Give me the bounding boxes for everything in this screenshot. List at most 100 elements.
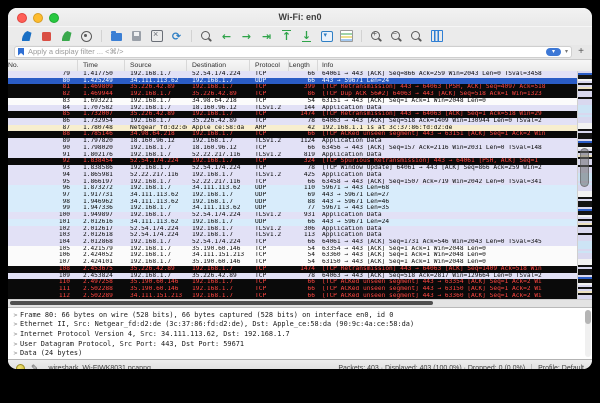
packet-row[interactable]: 951.866197192.168.1.752.22.217.116TCP666…: [8, 179, 577, 186]
horizontal-scrollbar[interactable]: [8, 299, 592, 308]
horizontal-scrollbar-thumb[interactable]: [10, 301, 433, 305]
packet-row[interactable]: 1012.01261634.111.113.62192.168.1.7UDP66…: [8, 219, 577, 226]
cell-time: 2.421579: [78, 246, 125, 253]
packet-row[interactable]: 961.873272192.168.1.734.111.113.62UDP110…: [8, 185, 577, 192]
go-to-packet-button[interactable]: ⇥: [260, 30, 273, 43]
resize-columns-button[interactable]: [430, 30, 443, 43]
last-packet-button[interactable]: ↓: [300, 30, 313, 43]
open-file-button[interactable]: [110, 30, 123, 43]
packet-row[interactable]: 871.780748Netgear_fd:d2:deApple_ce:58:da…: [8, 125, 577, 132]
packet-row[interactable]: 1001.949897192.168.1.752.54.174.224TLSv1…: [8, 212, 577, 219]
detail-tree-line[interactable]: >Data (24 bytes): [11, 348, 592, 358]
auto-scroll-button[interactable]: [320, 30, 333, 43]
column-header-no[interactable]: No.: [8, 60, 78, 71]
packet-row[interactable]: 921.83845452.54.174.224192.168.1.7TCP324…: [8, 158, 577, 165]
packet-row[interactable]: 971.91773134.111.113.62192.168.1.7UDP694…: [8, 192, 577, 199]
packet-list-body[interactable]: 791.417750192.168.1.752.54.174.224TCP666…: [8, 71, 577, 299]
save-file-button[interactable]: [130, 30, 143, 43]
close-window-button[interactable]: [17, 13, 27, 23]
filter-apply-arrow-button[interactable]: ▾: [546, 48, 561, 56]
filter-dropdown-chevron-icon[interactable]: ▾: [565, 48, 568, 55]
cell-protocol: TLSv1.2: [250, 105, 289, 112]
packet-row[interactable]: 1062.424052192.168.1.734.111.151.213TCP5…: [8, 252, 577, 259]
column-header-time[interactable]: Time: [78, 60, 125, 71]
packet-row[interactable]: 1082.45367535.226.42.89192.168.1.7TCP147…: [8, 266, 577, 273]
packet-row[interactable]: 1112.50228835.190.60.146192.168.1.7TCP66…: [8, 286, 577, 293]
zoom-out-button[interactable]: [390, 30, 403, 43]
expand-chevron-icon[interactable]: >: [11, 330, 20, 338]
expand-chevron-icon[interactable]: >: [11, 340, 20, 348]
cell-info: 64061 → 443 [ACK] Seq=1731 Ack=546 Win=2…: [318, 239, 577, 246]
detail-tree-line[interactable]: >Internet Protocol Version 4, Src: 34.11…: [11, 329, 592, 339]
packet-row[interactable]: 891.79782018.160.96.12192.168.1.7TLSv1.2…: [8, 138, 577, 145]
packet-row[interactable]: 991.947336192.168.1.734.111.113.62UDP775…: [8, 205, 577, 212]
filter-bookmark-icon[interactable]: [18, 48, 24, 56]
previous-packet-button[interactable]: ←: [220, 30, 233, 43]
zoom-window-button[interactable]: [49, 13, 59, 23]
packet-row[interactable]: 1052.421579192.168.1.735.190.60.146TCP54…: [8, 246, 577, 253]
packet-row[interactable]: 1072.424101192.168.1.735.190.60.146TCP54…: [8, 259, 577, 266]
packet-row[interactable]: 1032.01261852.54.174.224192.168.1.7TLSv1…: [8, 232, 577, 239]
packet-row[interactable]: 821.469944192.168.1.735.226.42.89TCP86[T…: [8, 91, 577, 98]
colorize-button[interactable]: [340, 30, 353, 43]
next-packet-button[interactable]: →: [240, 30, 253, 43]
profile-label[interactable]: Profile: Default: [538, 365, 584, 369]
capture-options-button[interactable]: [80, 30, 93, 43]
cell-source: 192.168.1.7: [125, 212, 187, 219]
zoom-100-button[interactable]: [410, 30, 423, 43]
packet-row[interactable]: 911.802176192.168.1.752.22.217.116TLSv1.…: [8, 152, 577, 159]
restart-capture-button[interactable]: [60, 30, 73, 43]
scrollbar-thumb[interactable]: [580, 148, 589, 187]
stop-capture-button[interactable]: [40, 30, 53, 43]
expand-chevron-icon[interactable]: >: [11, 320, 20, 328]
cell-info: [TCP ACKed unseen segment] 443 → 63151 […: [318, 131, 577, 138]
packet-row[interactable]: 1022.01261752.54.174.224192.168.1.7TLSv1…: [8, 226, 577, 233]
packet-row[interactable]: 811.46980935.226.42.89192.168.1.7TCP399[…: [8, 84, 577, 91]
details-scrollbar[interactable]: [585, 310, 591, 357]
packet-row[interactable]: 861.732954192.168.1.735.226.42.89TCP7864…: [8, 118, 577, 125]
packet-row[interactable]: 1042.012868192.168.1.752.54.174.224TCP66…: [8, 239, 577, 246]
reload-button[interactable]: ⟳: [170, 30, 183, 43]
packet-row[interactable]: 901.798020192.168.1.718.160.96.12TCP6663…: [8, 145, 577, 152]
expand-chevron-icon[interactable]: >: [11, 349, 20, 357]
minimize-window-button[interactable]: [33, 13, 43, 23]
packet-row[interactable]: 851.73200735.226.42.89192.168.1.7TCP1474…: [8, 111, 577, 118]
packet-minimap[interactable]: [577, 71, 592, 299]
packet-row[interactable]: 881.78514634.98.64.218192.168.1.7TCP66[T…: [8, 131, 577, 138]
packet-row[interactable]: 801.42524934.111.113.62192.168.1.7UDP664…: [8, 78, 577, 85]
desktop-background: Wi-Fi: en0 ⟳ ← → ⇥ ↑ ↓ Apply a display filter…: [0, 0, 600, 403]
capture-comment-icon[interactable]: ✎: [31, 364, 39, 369]
cell-no: 98: [8, 199, 78, 206]
column-header-info[interactable]: Info: [318, 60, 592, 71]
column-header-destination[interactable]: Destination: [187, 60, 250, 71]
expand-chevron-icon[interactable]: >: [11, 311, 20, 319]
detail-tree-line[interactable]: >User Datagram Protocol, Src Port: 443, …: [11, 339, 592, 349]
display-filter-input[interactable]: Apply a display filter ... <⌘/> ▾ ▾: [14, 46, 572, 58]
first-packet-button[interactable]: ↑: [280, 30, 293, 43]
titlebar[interactable]: Wi-Fi: en0: [8, 8, 592, 26]
packet-row[interactable]: 941.86598152.22.217.116192.168.1.7TLSv1.…: [8, 172, 577, 179]
cell-destination: 18.160.96.12: [187, 105, 250, 112]
packet-row[interactable]: 981.94696234.111.113.62192.168.1.7UDP884…: [8, 199, 577, 206]
add-filter-button[interactable]: +: [576, 46, 586, 57]
start-capture-button[interactable]: [20, 30, 33, 43]
details-scrollbar-thumb[interactable]: [585, 310, 591, 324]
detail-tree-line[interactable]: >Frame 80: 66 bytes on wire (528 bits), …: [11, 310, 592, 320]
packet-row[interactable]: 1102.49725835.190.60.146192.168.1.7TCP66…: [8, 279, 577, 286]
packet-row[interactable]: 841.707582192.168.1.718.160.96.12TLSv1.2…: [8, 105, 577, 112]
expert-info-button[interactable]: [16, 364, 25, 369]
cell-info: [TCP Spurious Retransmission] 443 → 6406…: [318, 158, 577, 165]
zoom-in-button[interactable]: [370, 30, 383, 43]
column-header-protocol[interactable]: Protocol: [250, 60, 289, 71]
cell-source: 18.160.96.12: [125, 138, 187, 145]
column-header-length[interactable]: Length: [289, 60, 318, 71]
find-packet-button[interactable]: [200, 30, 213, 43]
detail-tree-line[interactable]: >Ethernet II, Src: Netgear_fd:d2:de (3c:…: [11, 320, 592, 330]
close-file-button[interactable]: [150, 30, 163, 43]
packet-row[interactable]: 1092.453824192.168.1.735.226.42.89TCP786…: [8, 273, 577, 280]
column-header-source[interactable]: Source: [125, 60, 187, 71]
packet-row[interactable]: 831.693221192.168.1.734.98.64.218TCP5463…: [8, 98, 577, 105]
cell-no: 90: [8, 145, 78, 152]
packet-row[interactable]: 791.417750192.168.1.752.54.174.224TCP666…: [8, 71, 577, 78]
packet-row[interactable]: 931.838586192.168.1.752.54.174.224TCP78[…: [8, 165, 577, 172]
